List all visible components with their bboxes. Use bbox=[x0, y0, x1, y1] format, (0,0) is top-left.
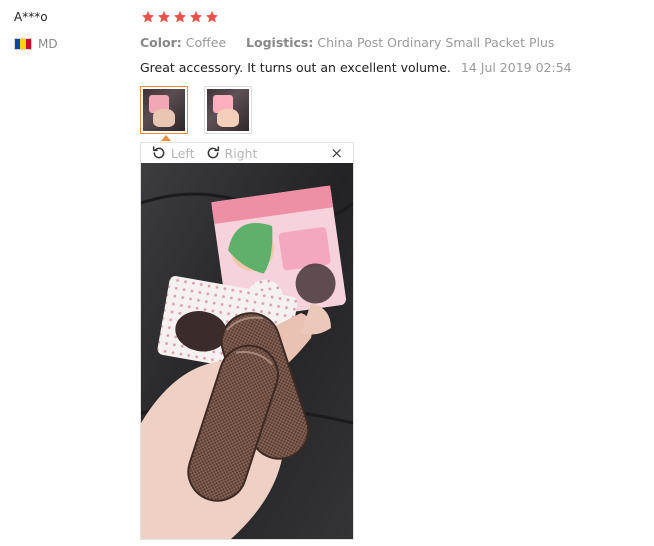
rotate-left-button[interactable]: Left bbox=[151, 145, 195, 161]
thumbnail-photo bbox=[207, 89, 249, 131]
attr-label-color: Color: bbox=[140, 35, 182, 50]
viewer-toolbar: Left Right × bbox=[141, 143, 353, 163]
country-code: MD bbox=[38, 37, 58, 51]
star-icon bbox=[206, 11, 218, 23]
rotate-right-button[interactable]: Right bbox=[205, 145, 258, 161]
review-feedback: Great accessory. It turns out an excelle… bbox=[140, 60, 572, 75]
review-thumbnail-1[interactable] bbox=[140, 86, 188, 134]
close-viewer-button[interactable]: × bbox=[330, 144, 343, 162]
rotate-right-label: Right bbox=[224, 145, 258, 161]
star-icon bbox=[142, 11, 154, 23]
review-photo bbox=[141, 163, 353, 539]
review-thumbnail-2[interactable] bbox=[204, 86, 252, 134]
moldova-flag-icon bbox=[14, 38, 32, 50]
selected-thumbnail-caret bbox=[161, 135, 171, 141]
review-date: 14 Jul 2019 02:54 bbox=[460, 60, 572, 75]
order-attributes: Color: Coffee Logistics: China Post Ordi… bbox=[140, 35, 554, 50]
attr-value-logistics: China Post Ordinary Small Packet Plus bbox=[317, 35, 555, 50]
image-viewer: Left Right × bbox=[140, 142, 354, 540]
star-icon bbox=[190, 11, 202, 23]
star-icon bbox=[158, 11, 170, 23]
star-icon bbox=[174, 11, 186, 23]
thumbnail-photo bbox=[143, 89, 185, 131]
review-thumbnails bbox=[140, 86, 252, 134]
reviewer-name: A***o bbox=[14, 10, 48, 24]
star-rating bbox=[141, 10, 219, 24]
rotate-left-label: Left bbox=[171, 145, 195, 161]
attr-label-logistics: Logistics: bbox=[246, 35, 314, 50]
attr-value-color: Coffee bbox=[185, 35, 227, 50]
review-photo-image bbox=[141, 163, 353, 539]
reviewer-country: MD bbox=[14, 37, 58, 51]
rotate-right-icon bbox=[207, 146, 219, 159]
review-text: Great accessory. It turns out an excelle… bbox=[140, 60, 451, 75]
rotate-left-icon bbox=[152, 146, 165, 159]
